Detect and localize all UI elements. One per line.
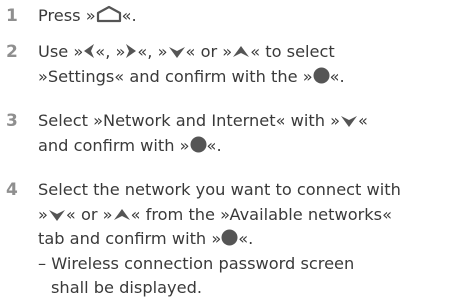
text-run: «.	[121, 6, 137, 25]
step-line: Use » «, » «, » « or » « to select	[38, 40, 345, 65]
step-line: – Wireless connection password screen	[38, 252, 401, 277]
text-run: «	[358, 111, 368, 130]
instruction-page: { "steps": [ { "number": "1", "lines": […	[0, 0, 452, 302]
step-line: Select the network you want to connect w…	[38, 178, 401, 203]
step-line: Select »Network and Internet« with » «	[38, 109, 368, 134]
step-text: Use » «, » «, » « or » « to select »Settings«…	[38, 40, 345, 89]
step-text: Press » «.	[38, 4, 137, 29]
text-run: and confirm with »	[38, 135, 190, 155]
up-arrow-icon	[113, 208, 131, 222]
text-run: shall be displayed.	[51, 278, 202, 297]
down-arrow-icon	[48, 208, 66, 222]
right-arrow-icon	[125, 43, 137, 59]
text-run: « to select	[250, 42, 335, 61]
step-text: Select »Network and Internet« with » « and…	[38, 109, 368, 158]
ok-button-icon	[190, 136, 207, 153]
step-line: tab and confirm with » «.	[38, 227, 401, 252]
step-number: 1	[6, 6, 18, 26]
text-run: «.	[238, 229, 254, 248]
ok-button-icon	[221, 229, 238, 246]
step-line: Press » «.	[38, 4, 137, 29]
step-number: 4	[6, 180, 18, 200]
text-run: Use »	[38, 42, 84, 61]
left-arrow-icon	[83, 43, 95, 59]
up-arrow-icon	[232, 45, 250, 59]
text-run: «.	[206, 135, 222, 155]
text-run: – Wireless connection password screen	[38, 253, 355, 273]
text-run: Select »Network and Internet« with »	[38, 111, 341, 130]
step-number: 2	[6, 42, 18, 62]
home-icon	[96, 5, 122, 23]
text-run: «, »	[137, 42, 168, 61]
text-run: »	[38, 204, 48, 224]
text-run: Select the network you want to connect w…	[38, 180, 401, 199]
step-number: 3	[6, 111, 18, 131]
text-run: «, »	[95, 42, 126, 61]
text-run: « from the »Available networks«	[130, 204, 392, 224]
text-run: »Settings« and confirm with the »	[38, 66, 313, 86]
text-run: «.	[329, 66, 345, 86]
step-line: »Settings« and confirm with the » «.	[38, 65, 345, 90]
step-line: shall be displayed.	[38, 276, 401, 301]
step-line: » « or » « from the »Available networks«	[38, 203, 401, 228]
step-text: Select the network you want to connect w…	[38, 178, 401, 301]
down-arrow-icon	[168, 45, 186, 59]
step-line: and confirm with » «.	[38, 134, 368, 159]
down-arrow-icon	[340, 114, 358, 128]
text-run: Press »	[38, 6, 96, 25]
text-run: « or »	[65, 204, 113, 224]
ok-button-icon	[313, 67, 330, 84]
text-run: « or »	[185, 42, 233, 61]
text-run: tab and confirm with »	[38, 229, 222, 248]
